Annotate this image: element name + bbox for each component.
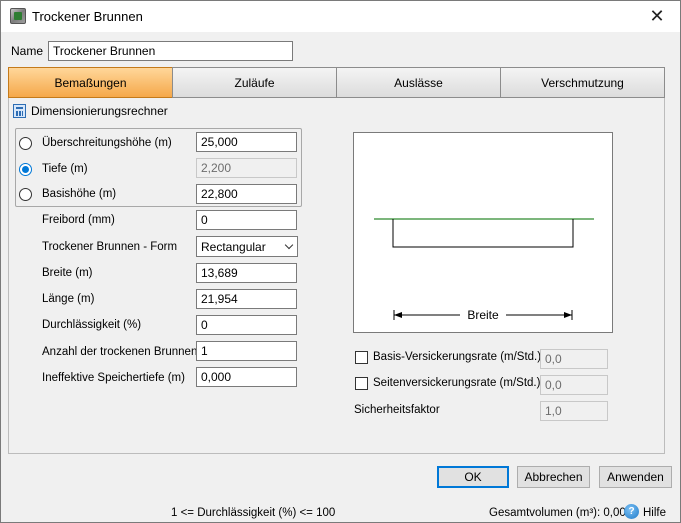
label-freibord: Freibord (mm) bbox=[42, 214, 115, 226]
cancel-button[interactable]: Abbrechen bbox=[517, 466, 590, 488]
label-basishoehe: Basishöhe (m) bbox=[42, 188, 117, 200]
label-breite: Breite (m) bbox=[42, 267, 93, 279]
tiefe-input: 2,200 bbox=[196, 158, 297, 178]
radio-ueberschreitungshoehe[interactable] bbox=[19, 137, 32, 150]
tab-bemassungen[interactable]: Bemaßungen bbox=[8, 67, 173, 98]
diagram-svg: Breite bbox=[374, 218, 594, 322]
sicherheitsfaktor-input: 1,0 bbox=[540, 401, 608, 421]
calculator-icon bbox=[13, 104, 26, 118]
status-hint: 1 <= Durchlässigkeit (%) <= 100 bbox=[171, 507, 336, 519]
label-durchlaessigkeit: Durchlässigkeit (%) bbox=[42, 319, 142, 331]
label-basis-versickerung: Basis-Versickerungsrate (m/Std.) bbox=[373, 351, 542, 363]
dialog-window: Trockener Brunnen ✕ Name Trockener Brunn… bbox=[0, 0, 681, 523]
help-link[interactable]: Hilfe bbox=[643, 507, 666, 519]
basis-versickerung-checkbox[interactable] bbox=[355, 351, 368, 364]
radio-tiefe[interactable] bbox=[19, 163, 32, 176]
ok-button[interactable]: OK bbox=[437, 466, 509, 488]
label-ueberschreitungshoehe: Überschreitungshöhe (m) bbox=[42, 137, 172, 149]
close-icon: ✕ bbox=[649, 6, 665, 26]
window-title: Trockener Brunnen bbox=[32, 9, 143, 24]
help-icon[interactable]: ? bbox=[624, 504, 639, 519]
tab-zulaeufe[interactable]: Zuläufe bbox=[172, 67, 337, 98]
ineffektiv-input[interactable]: 0,000 bbox=[196, 367, 297, 387]
label-form: Trockener Brunnen - Form bbox=[42, 241, 178, 253]
name-input[interactable]: Trockener Brunnen bbox=[48, 41, 293, 61]
breite-input[interactable]: 13,689 bbox=[196, 263, 297, 283]
ueberschreitungshoehe-input[interactable]: 25,000 bbox=[196, 132, 297, 152]
form-select-value: Rectangular bbox=[201, 240, 266, 254]
tab-verschmutzung[interactable]: Verschmutzung bbox=[500, 67, 665, 98]
well-outline bbox=[392, 219, 574, 248]
anzahl-input[interactable]: 1 bbox=[196, 341, 297, 361]
chevron-down-icon bbox=[284, 240, 294, 250]
arrow-left-icon bbox=[394, 312, 402, 318]
title-bar[interactable]: Trockener Brunnen ✕ bbox=[1, 1, 680, 32]
label-sicherheitsfaktor: Sicherheitsfaktor bbox=[354, 404, 440, 416]
basis-versickerung-input: 0,0 bbox=[540, 349, 608, 369]
label-seiten-versickerung: Seitenversickerungsrate (m/Std.) bbox=[373, 377, 541, 389]
freibord-input[interactable]: 0 bbox=[196, 210, 297, 230]
seiten-versickerung-input: 0,0 bbox=[540, 375, 608, 395]
calculator-title: Dimensionierungsrechner bbox=[31, 104, 168, 118]
dimension-label: Breite bbox=[467, 308, 499, 322]
apply-button[interactable]: Anwenden bbox=[599, 466, 672, 488]
tab-bar: Bemaßungen Zuläufe Auslässe Verschmutzun… bbox=[8, 67, 665, 98]
dry-well-diagram: Breite bbox=[353, 132, 613, 333]
label-laenge: Länge (m) bbox=[42, 293, 95, 305]
radio-basishoehe[interactable] bbox=[19, 188, 32, 201]
label-tiefe: Tiefe (m) bbox=[42, 163, 88, 175]
form-select[interactable]: Rectangular bbox=[196, 236, 298, 257]
laenge-input[interactable]: 21,954 bbox=[196, 289, 297, 309]
close-button[interactable]: ✕ bbox=[634, 1, 680, 32]
seiten-versickerung-checkbox[interactable] bbox=[355, 377, 368, 390]
name-label: Name bbox=[11, 44, 44, 58]
label-ineffektiv: Ineffektive Speichertiefe (m) bbox=[42, 372, 185, 384]
label-anzahl: Anzahl der trockenen Brunnen bbox=[42, 346, 198, 358]
tab-auslaesse[interactable]: Auslässe bbox=[336, 67, 501, 98]
durchlaessigkeit-input[interactable]: 0 bbox=[196, 315, 297, 335]
dry-well-app-icon bbox=[10, 8, 26, 24]
basishoehe-input[interactable]: 22,800 bbox=[196, 184, 297, 204]
total-volume: Gesamtvolumen (m³): 0,000 bbox=[489, 507, 633, 519]
arrow-right-icon bbox=[564, 312, 572, 318]
